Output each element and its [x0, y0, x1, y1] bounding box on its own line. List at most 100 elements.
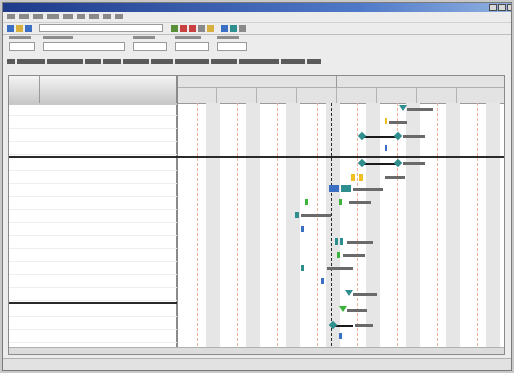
tab[interactable]: [151, 59, 173, 64]
title-bar[interactable]: [3, 3, 511, 12]
menu-bar: [3, 13, 511, 21]
menu-item[interactable]: [33, 14, 43, 19]
tab[interactable]: [85, 59, 101, 64]
milestone-marker[interactable]: [359, 174, 363, 181]
phase-tabs: [3, 57, 511, 66]
timeline-header-cell: [177, 88, 217, 103]
task-bar[interactable]: [341, 185, 351, 192]
tab[interactable]: [239, 59, 279, 64]
weekend-band: [286, 103, 300, 354]
tab[interactable]: [47, 59, 83, 64]
table-row[interactable]: [9, 275, 177, 288]
table-row[interactable]: [9, 249, 177, 262]
table-row[interactable]: [9, 171, 177, 184]
table-row[interactable]: [9, 304, 177, 317]
table-row[interactable]: [9, 262, 177, 275]
day-divider: [437, 103, 438, 354]
menu-item[interactable]: [19, 14, 29, 19]
milestone-marker[interactable]: [340, 238, 343, 245]
tab[interactable]: [175, 59, 209, 64]
table-row[interactable]: [9, 129, 177, 142]
horizontal-scrollbar[interactable]: [9, 347, 504, 354]
filter-input[interactable]: [217, 42, 247, 51]
milestone-marker[interactable]: [305, 199, 308, 205]
table-row[interactable]: [9, 317, 177, 330]
table-row[interactable]: [9, 236, 177, 249]
table-row[interactable]: [9, 116, 177, 129]
milestone-marker[interactable]: [351, 174, 355, 181]
finish-flag-icon[interactable]: [301, 226, 304, 232]
milestone-diamond-icon[interactable]: [339, 306, 347, 312]
today-line: [331, 103, 332, 354]
zoom-out-icon[interactable]: [189, 25, 196, 32]
filter-input[interactable]: [9, 42, 35, 51]
table-row[interactable]: [9, 223, 177, 236]
milestone-diamond-icon[interactable]: [357, 158, 367, 168]
milestone-marker[interactable]: [295, 212, 299, 218]
zoom-in-icon[interactable]: [180, 25, 187, 32]
menu-item[interactable]: [103, 14, 111, 19]
table-row[interactable]: [9, 158, 177, 171]
menu-item[interactable]: [7, 14, 15, 19]
day-divider: [237, 103, 238, 354]
day-divider: [397, 103, 398, 354]
milestone-diamond-icon[interactable]: [393, 131, 403, 141]
window-minimize-icon[interactable]: [489, 4, 497, 11]
filter-input[interactable]: [43, 42, 125, 51]
finish-flag-icon[interactable]: [339, 333, 342, 339]
milestone-marker[interactable]: [337, 252, 340, 258]
column-divider[interactable]: [39, 76, 40, 103]
milestone-marker[interactable]: [385, 118, 387, 124]
timeline-header-cell: [417, 88, 457, 103]
milestone-diamond-icon[interactable]: [230, 25, 237, 32]
milestone-marker[interactable]: [339, 199, 342, 205]
table-row[interactable]: [9, 210, 177, 223]
task-bar[interactable]: [329, 185, 339, 192]
milestone-diamond-icon[interactable]: [399, 105, 407, 111]
table-row[interactable]: [9, 184, 177, 197]
task-bar-icon[interactable]: [239, 25, 246, 32]
milestone-marker[interactable]: [301, 265, 304, 271]
dependency-line: [362, 163, 398, 165]
milestone-diamond-icon[interactable]: [345, 290, 353, 296]
filter-label: [9, 36, 31, 39]
milestone-marker[interactable]: [335, 238, 338, 245]
filter-icon[interactable]: [198, 25, 205, 32]
filter-input[interactable]: [175, 42, 209, 51]
view-selector[interactable]: [39, 24, 163, 32]
milestone-diamond-icon[interactable]: [393, 158, 403, 168]
menu-item[interactable]: [77, 14, 85, 19]
refresh-icon[interactable]: [207, 25, 214, 32]
tab[interactable]: [281, 59, 305, 64]
filter-input[interactable]: [133, 42, 167, 51]
finish-flag-icon[interactable]: [321, 278, 324, 284]
menu-item[interactable]: [89, 14, 99, 19]
menu-item[interactable]: [63, 14, 73, 19]
gantt-grid[interactable]: [8, 75, 505, 355]
table-row[interactable]: [9, 330, 177, 343]
tab[interactable]: [307, 59, 321, 64]
tab[interactable]: [123, 59, 149, 64]
tab[interactable]: [211, 59, 237, 64]
milestone-diamond-icon[interactable]: [357, 131, 367, 141]
task-label: [347, 241, 373, 244]
weekend-band: [446, 103, 460, 354]
save-icon[interactable]: [25, 25, 32, 32]
open-icon[interactable]: [16, 25, 23, 32]
weekend-band: [326, 103, 340, 354]
menu-item[interactable]: [47, 14, 59, 19]
tab[interactable]: [103, 59, 121, 64]
calendar-icon[interactable]: [221, 25, 228, 32]
timeline-header: [177, 76, 504, 104]
table-row[interactable]: [9, 142, 177, 155]
finish-flag-icon[interactable]: [385, 145, 387, 151]
window-close-icon[interactable]: [507, 4, 511, 11]
table-row[interactable]: [9, 288, 177, 301]
print-icon[interactable]: [171, 25, 178, 32]
tab[interactable]: [17, 59, 45, 64]
window-maximize-icon[interactable]: [498, 4, 506, 11]
tab[interactable]: [7, 59, 15, 64]
table-row[interactable]: [9, 197, 177, 210]
new-icon[interactable]: [7, 25, 14, 32]
menu-item[interactable]: [115, 14, 123, 19]
